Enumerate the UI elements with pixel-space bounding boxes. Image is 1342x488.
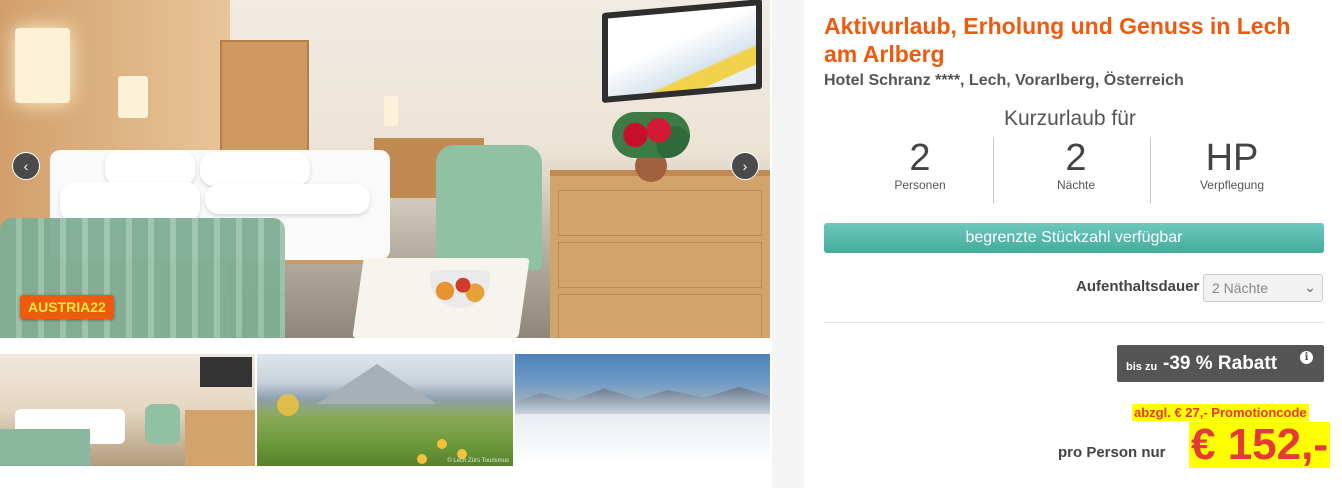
pillow xyxy=(105,150,195,186)
per-person-label: pro Person nur xyxy=(1058,444,1166,461)
flowers xyxy=(612,112,690,158)
duration-label: Aufenthaltsdauer xyxy=(1076,278,1200,295)
promo-code-text: abzgl. € 27,- Promotioncode xyxy=(1132,404,1309,421)
photo-credit: © Lech Zürs Tourismus xyxy=(704,458,766,464)
promo-badge: AUSTRIA22 xyxy=(20,295,114,319)
stat-value: 2 xyxy=(1065,137,1087,179)
offer-title: Aktivurlaub, Erholung und Genuss in Lech… xyxy=(824,13,1291,67)
offer-panel: Aktivurlaub, Erholung und Genuss in Lech… xyxy=(804,0,1342,488)
info-icon[interactable]: i xyxy=(1300,351,1313,364)
availability-banner[interactable]: begrenzte Stückzahl verfügbar xyxy=(824,223,1324,253)
tv xyxy=(602,0,762,103)
pillow xyxy=(60,182,200,222)
divider xyxy=(993,138,994,204)
thumbnail-ski-slope[interactable]: © Lech Zürs Tourismus xyxy=(515,354,770,466)
armchair xyxy=(436,145,542,270)
sofa xyxy=(0,218,285,338)
stat-value: 2 xyxy=(909,137,931,179)
discount-value: -39 % Rabatt xyxy=(1163,353,1278,374)
desk-lamp xyxy=(384,96,398,126)
thumbnail-alpine-meadow[interactable]: © Lech Zürs Tourismus xyxy=(257,354,513,466)
duration-value: 2 Nächte xyxy=(1212,280,1269,296)
offer-stats: 2 Personen 2 Nächte HP Verpflegung xyxy=(842,138,1312,204)
discount-badge: bis zu -39 % Rabatt i xyxy=(1117,345,1324,382)
stat-value: HP xyxy=(1205,137,1259,179)
divider xyxy=(824,322,1324,323)
prev-arrow-icon[interactable]: ‹ xyxy=(12,152,40,180)
stat-label: Verpflegung xyxy=(1199,178,1265,192)
photo-credit: © Lech Zürs Tourismus xyxy=(447,458,509,464)
price: € 152,- xyxy=(1189,420,1330,469)
duration-select[interactable]: 2 Nächte ⌄ xyxy=(1203,274,1323,302)
stat-label: Nächte xyxy=(1056,178,1096,192)
main-photo[interactable]: ‹ › AUSTRIA22 xyxy=(0,0,770,338)
kurzurlaub-label: Kurzurlaub für xyxy=(1004,107,1136,130)
wall-lamp xyxy=(118,76,148,118)
next-arrow-icon[interactable]: › xyxy=(731,152,759,180)
pillow xyxy=(205,184,370,214)
image-gallery: ‹ › AUSTRIA22 © Lech Zürs Tourismus © Le… xyxy=(0,0,772,488)
chevron-down-icon: ⌄ xyxy=(1304,279,1316,295)
wall-lamp xyxy=(15,28,70,103)
stat-board: HP Verpflegung xyxy=(1154,138,1310,204)
hotel-name: Hotel Schranz ****, Lech, Vorarlberg, Ös… xyxy=(824,72,1184,89)
stat-label: Personen xyxy=(894,178,946,192)
thumbnail-hotel-room[interactable] xyxy=(0,354,255,466)
discount-prefix: bis zu xyxy=(1126,361,1158,373)
pillow xyxy=(200,152,310,186)
stat-nights: 2 Nächte xyxy=(998,138,1154,204)
dresser xyxy=(550,170,770,338)
divider xyxy=(1150,138,1151,204)
stat-persons: 2 Personen xyxy=(842,138,998,204)
